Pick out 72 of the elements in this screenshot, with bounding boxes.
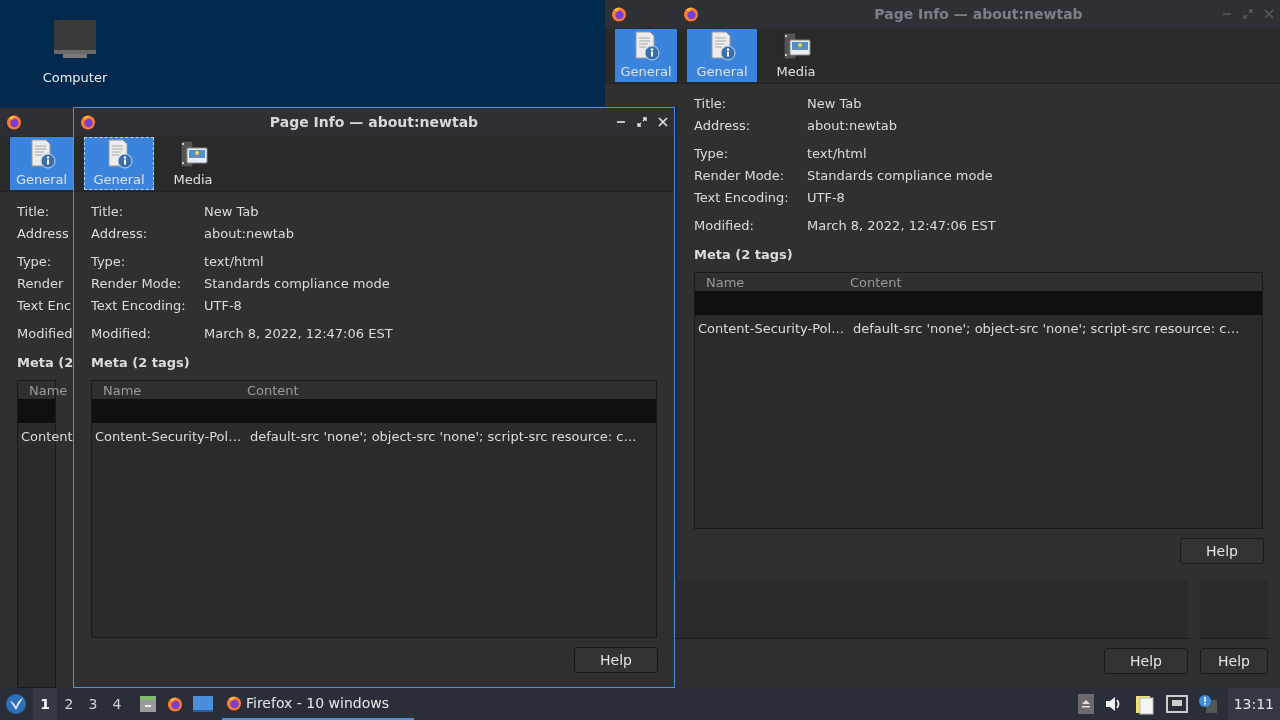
monitor-icon[interactable] — [53, 20, 97, 60]
fox-logo-icon — [611, 6, 627, 22]
field-label: Modified: — [91, 325, 152, 341]
fox-logo-icon — [226, 695, 242, 711]
workspace-button[interactable]: 3 — [81, 688, 105, 720]
file-cabinet-icon[interactable] — [138, 694, 158, 714]
field-value: about:newtab — [807, 117, 898, 133]
column-header[interactable]: Content — [850, 274, 902, 290]
field-label: Title: — [91, 203, 125, 219]
field-label: Text Encoding: — [91, 297, 187, 313]
field-label: Type: — [694, 145, 730, 161]
start-menu-icon[interactable] — [5, 693, 27, 715]
field-label: Text Enc — [17, 297, 73, 313]
tab[interactable]: Media — [761, 29, 831, 82]
section-heading: Meta (2 tags) — [91, 354, 190, 372]
help-button[interactable]: Help — [1104, 648, 1188, 674]
field-value: Standards compliance mode — [204, 275, 390, 291]
field-value: Standards compliance mode — [807, 167, 993, 183]
fox-logo-icon — [683, 6, 699, 22]
field-label: Address: — [91, 225, 149, 241]
taskbar-task[interactable]: Firefox - 10 windows — [222, 688, 414, 720]
field-label: Render — [17, 275, 65, 291]
notification-icon[interactable] — [1197, 694, 1218, 714]
table-cell: default-src 'none'; object-src 'none'; script-src resource: c… — [853, 320, 1240, 336]
field-label: Address — [17, 225, 70, 241]
help-button[interactable]: Help — [1180, 538, 1264, 564]
field-value: UTF-8 — [204, 297, 242, 313]
column-header[interactable]: Name — [695, 274, 850, 290]
network-icon[interactable] — [1165, 694, 1188, 714]
window-title: Page Info — about:newtab — [874, 6, 1083, 22]
field-value: New Tab — [807, 95, 862, 111]
fox-logo-icon — [80, 114, 96, 130]
column-header[interactable]: Content — [247, 382, 299, 398]
field-label: Modified: — [694, 217, 755, 233]
section-heading: Meta (2 — [17, 354, 73, 372]
table-cell-text: Content-Security-Pol… — [95, 428, 243, 444]
field-label: Address: — [694, 117, 752, 133]
field-value: UTF-8 — [807, 189, 845, 205]
desktop-icon-label[interactable]: Computer — [42, 70, 108, 85]
fox-logo-icon — [167, 696, 183, 712]
clipboard-icon[interactable] — [1133, 693, 1156, 715]
workspace-button[interactable]: 1 — [33, 688, 57, 720]
column-header[interactable]: Name — [18, 382, 68, 398]
clock[interactable]: 13:11 — [1227, 688, 1280, 720]
workspace-button[interactable]: 4 — [105, 688, 129, 720]
field-value: text/html — [204, 253, 264, 269]
table-cell: Content — [21, 428, 73, 444]
tab[interactable]: Media — [158, 137, 228, 190]
field-label: Render Mode: — [91, 275, 183, 291]
table-cell: default-src 'none'; object-src 'none'; script-src resource: c… — [250, 428, 637, 444]
window-icon[interactable] — [192, 694, 214, 714]
field-label: Type: — [91, 253, 127, 269]
field-value: about:newtab — [204, 225, 295, 241]
eject-icon[interactable] — [1077, 694, 1094, 714]
field-value: text/html — [807, 145, 867, 161]
field-value: March 8, 2022, 12:47:06 EST — [204, 325, 393, 341]
field-label: Modified — [17, 325, 73, 341]
help-button[interactable]: Help — [574, 647, 658, 673]
field-label: Title: — [17, 203, 51, 219]
workspace-button[interactable]: 2 — [57, 688, 81, 720]
window-title: Page Info — about:newtab — [269, 114, 479, 130]
field-label: Type: — [17, 253, 53, 269]
table-cell-text: Content-Security-Pol… — [698, 320, 846, 336]
field-label: Title: — [694, 95, 728, 111]
field-value: New Tab — [204, 203, 259, 219]
section-heading: Meta (2 tags) — [694, 246, 793, 264]
field-value: March 8, 2022, 12:47:06 EST — [807, 217, 996, 233]
fox-logo-icon — [6, 114, 22, 130]
field-label: Render Mode: — [694, 167, 786, 183]
column-header[interactable]: Name — [92, 382, 247, 398]
field-label: Text Encoding: — [694, 189, 790, 205]
help-button[interactable]: Help — [1200, 648, 1268, 674]
